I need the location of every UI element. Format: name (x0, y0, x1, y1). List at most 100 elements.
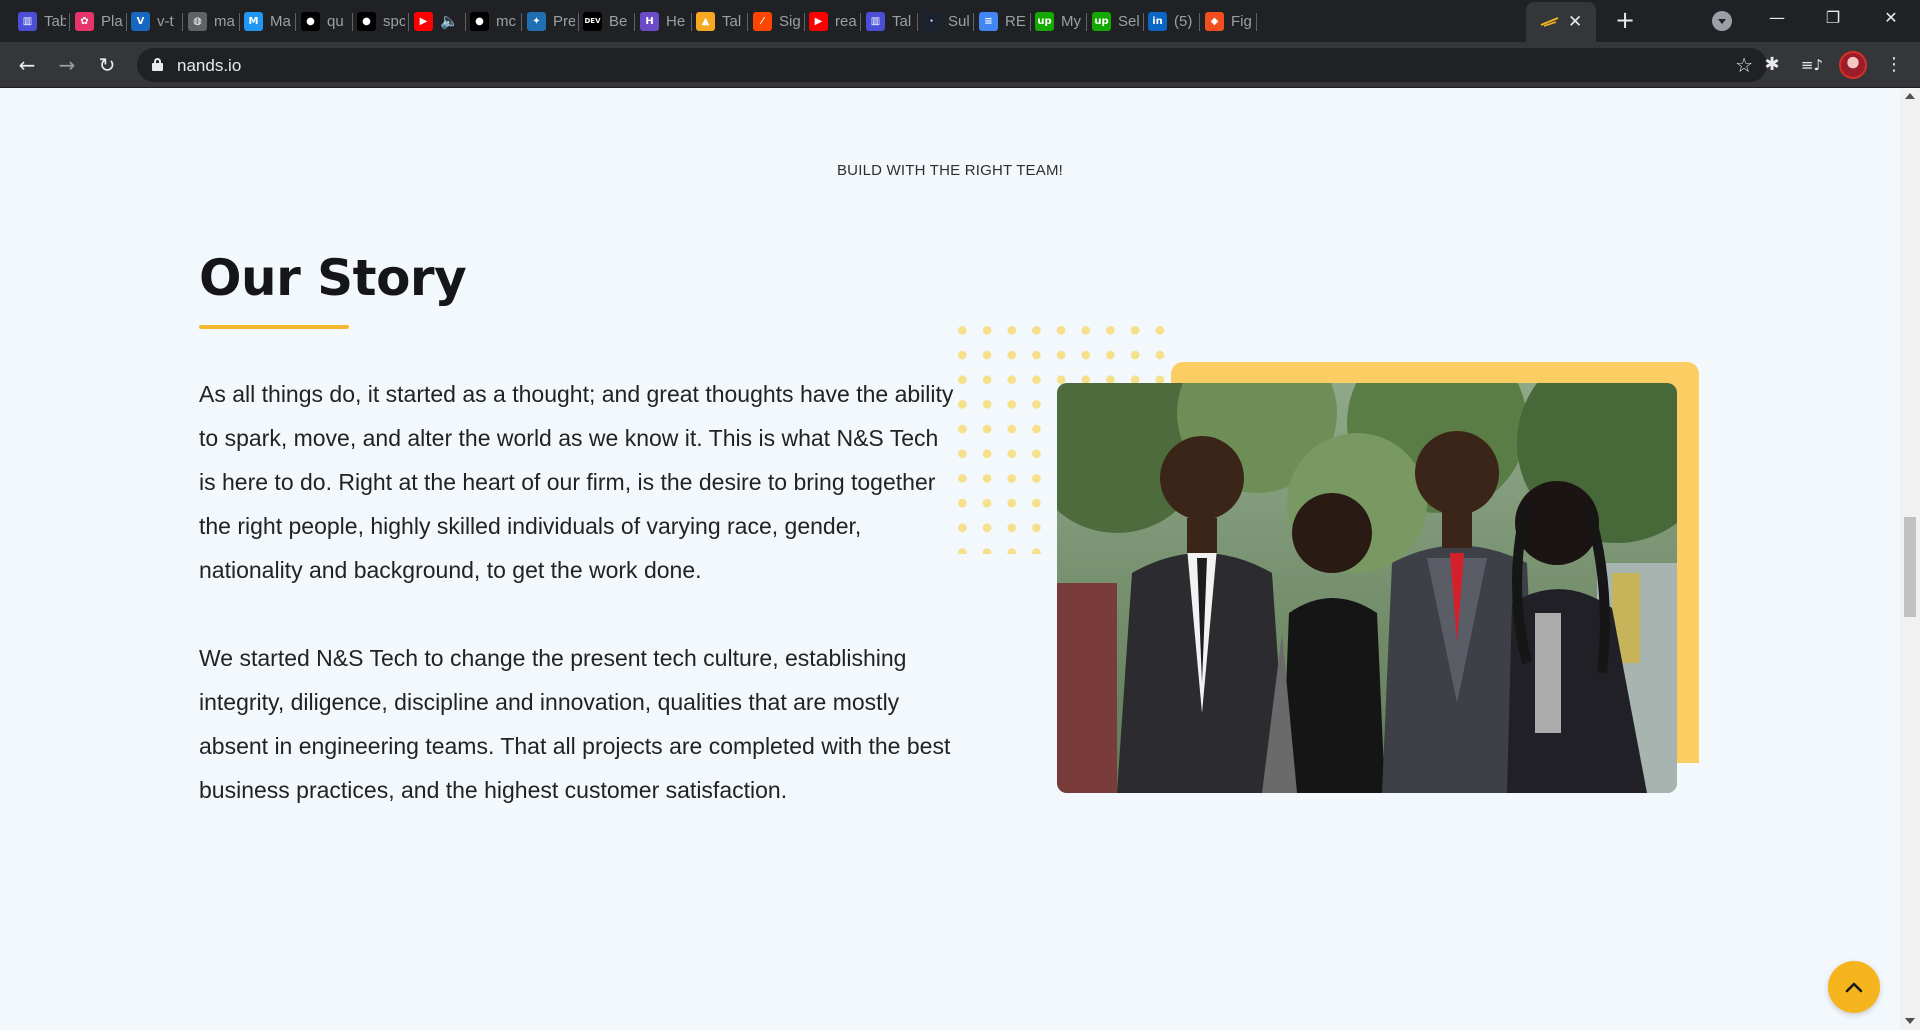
tab-separator (182, 13, 183, 31)
globe-icon: ◍ (188, 11, 207, 31)
tab-active-nands[interactable]: ✕ (1526, 2, 1596, 42)
tab-separator (804, 13, 805, 31)
tab-title: mc (496, 12, 516, 30)
tab-separator (295, 13, 296, 31)
tab-title: Pre (553, 12, 575, 30)
browser-tab[interactable]: ⁄ Sig (753, 8, 801, 34)
browser-tab[interactable]: ◍ ma (188, 8, 236, 34)
star-app-icon: ✦ (527, 11, 546, 31)
section-eyebrow: BUILD WITH THE RIGHT TEAM! (836, 162, 1064, 179)
audio-playing-icon[interactable]: 🔈 (440, 12, 460, 30)
team-photo-illustration (1057, 383, 1677, 793)
browser-tab[interactable]: ▲ Tal (696, 8, 744, 34)
maximize-button[interactable]: ❐ (1818, 8, 1848, 32)
tab-title: Sel (1118, 12, 1140, 30)
page-content: BUILD WITH THE RIGHT TEAM! Our Story As … (0, 89, 1900, 1030)
browser-tab[interactable]: H He (640, 8, 688, 34)
tab-separator (973, 13, 974, 31)
forward-button[interactable]: → (54, 52, 80, 78)
page-title: Our Story (199, 249, 467, 307)
bookmark-star-icon[interactable]: ☆ (1735, 53, 1753, 77)
tab-separator (1030, 13, 1031, 31)
tab-separator (578, 13, 579, 31)
browser-tab[interactable]: ▥ Tal (866, 8, 914, 34)
tab-title: v-t (157, 12, 174, 30)
fire-icon: ▲ (696, 11, 715, 31)
media-control-icon[interactable]: ≡♪ (1800, 53, 1824, 77)
browser-tab[interactable]: ✦ Pre (527, 8, 575, 34)
figma-icon: ◆ (1205, 11, 1224, 31)
tab-search-button[interactable] (1712, 11, 1732, 31)
docs-icon: ≡ (979, 11, 998, 31)
tab-separator (747, 13, 748, 31)
browser-tab[interactable]: M Ma (244, 8, 292, 34)
youtube-icon: ▶ (809, 11, 828, 31)
browser-menu-icon[interactable]: ⋮ (1882, 53, 1906, 77)
new-tab-button[interactable]: + (1612, 8, 1638, 34)
browser-tab[interactable]: up Sel (1092, 8, 1140, 34)
browser-tab[interactable]: ✿ Pla (75, 8, 123, 34)
browser-tab[interactable]: · Sul (922, 8, 970, 34)
browser-tab[interactable]: DEV Be (583, 8, 631, 34)
tab-title: spc (383, 12, 405, 30)
browser-tab[interactable]: ▶ 🔈 (414, 8, 460, 34)
youtube-icon: ▶ (414, 11, 433, 31)
scroll-thumb[interactable] (1904, 517, 1916, 617)
profile-avatar[interactable] (1839, 51, 1867, 79)
tab-separator (691, 13, 692, 31)
close-tab-icon[interactable]: ✕ (1568, 12, 1582, 32)
story-paragraph-2: We started N&S Tech to change the presen… (199, 645, 951, 803)
reload-button[interactable]: ↻ (94, 52, 120, 78)
tab-separator (1143, 13, 1144, 31)
browser-tab[interactable]: ● spc (357, 8, 405, 34)
tab-separator (1199, 13, 1200, 31)
address-bar[interactable]: nands.io ☆ (137, 48, 1767, 82)
m-logo-icon: M (244, 11, 263, 31)
minimize-button[interactable]: — (1762, 8, 1792, 32)
dev-logo-icon: DEV (583, 11, 602, 31)
browser-tab[interactable]: ▥ Tab (18, 8, 66, 34)
tab-title: Tab (44, 12, 66, 30)
dark-app-icon: · (922, 11, 941, 31)
tab-separator (521, 13, 522, 31)
browser-tab[interactable]: ▶ rea (809, 8, 857, 34)
tab-separator (634, 13, 635, 31)
browser-tab[interactable]: in (5) (1148, 8, 1196, 34)
lock-icon[interactable] (152, 58, 163, 71)
bars-chart-icon: ▥ (18, 11, 37, 31)
tab-separator (465, 13, 466, 31)
tab-title: (5) (1174, 12, 1193, 30)
github-icon: ● (357, 11, 376, 31)
browser-toolbar: ← → ↻ nands.io ☆ ✱ ≡♪ ⋮ (0, 42, 1920, 88)
browser-tab[interactable]: ≡ RE (979, 8, 1027, 34)
extensions-icon[interactable]: ✱ (1760, 53, 1784, 77)
tab-separator (1256, 13, 1257, 31)
tab-title: My (1061, 12, 1081, 30)
tab-title: Sig (779, 12, 801, 30)
browser-tab[interactable]: up My (1035, 8, 1083, 34)
tab-title: ma (214, 12, 235, 30)
upwork-icon: up (1035, 11, 1054, 31)
tab-title: qu (327, 12, 344, 30)
tab-separator (408, 13, 409, 31)
github-icon: ● (301, 11, 320, 31)
story-paragraph-1: As all things do, it started as a though… (199, 381, 954, 583)
close-window-button[interactable]: ✕ (1876, 8, 1906, 32)
scroll-up-arrow-icon[interactable] (1905, 93, 1915, 99)
linkedin-icon: in (1148, 11, 1167, 31)
browser-tab[interactable]: Vv-t (131, 8, 179, 34)
tab-separator (1086, 13, 1087, 31)
tab-separator (352, 13, 353, 31)
tab-strip: ▥ Tab ✿ Pla Vv-t ◍ ma M Ma ● qu ● spc ▶ 🔈 ● mc ✦ Pre DEV Be H… (0, 0, 1920, 42)
back-button[interactable]: ← (14, 52, 40, 78)
page-scrollbar[interactable] (1900, 89, 1920, 1030)
browser-tab[interactable]: ● qu (301, 8, 349, 34)
h-logo-icon: H (640, 11, 659, 31)
browser-tab[interactable]: ◆ Fig (1205, 8, 1253, 34)
browser-tab[interactable]: ● mc (470, 8, 518, 34)
bars-chart-icon: ▥ (866, 11, 885, 31)
tab-separator (126, 13, 127, 31)
scroll-down-arrow-icon[interactable] (1905, 1018, 1915, 1024)
back-to-top-button[interactable] (1828, 961, 1880, 1013)
url-text[interactable]: nands.io (177, 56, 241, 76)
